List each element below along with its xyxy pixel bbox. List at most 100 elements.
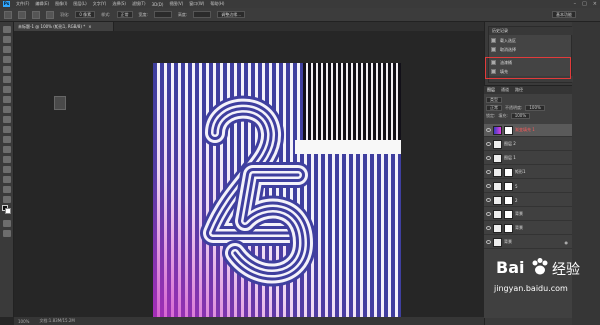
menu-view[interactable]: 视图(V) xyxy=(169,1,183,7)
marquee-tool-icon[interactable] xyxy=(3,36,11,43)
layer-name[interactable]: 5 xyxy=(515,184,518,189)
layer-name[interactable]: 图层 1 xyxy=(504,155,516,161)
history-item[interactable]: 载入选区 xyxy=(491,37,571,44)
layer-row[interactable]: 渐变填充 1 xyxy=(484,124,572,137)
layer-name[interactable]: 背景 xyxy=(515,225,523,231)
layer-row[interactable]: 图层 2 xyxy=(484,138,572,151)
quick-mask-icon[interactable] xyxy=(3,220,11,227)
layer-name[interactable]: 渐变填充 1 xyxy=(515,127,535,133)
add-selection-icon[interactable] xyxy=(32,10,40,19)
number-25-artwork xyxy=(200,95,316,287)
zoom-level[interactable]: 100% xyxy=(18,319,29,324)
canvas-area[interactable] xyxy=(15,31,483,318)
visibility-eye-icon[interactable] xyxy=(486,156,491,160)
path-select-tool-icon[interactable] xyxy=(3,186,11,193)
artboard[interactable] xyxy=(153,63,401,318)
layer-row[interactable]: 背景 xyxy=(484,208,572,221)
gradient-tool-icon[interactable] xyxy=(3,136,11,143)
history-brush-tool-icon[interactable] xyxy=(3,116,11,123)
subtract-selection-icon[interactable] xyxy=(46,10,54,19)
menu-image[interactable]: 图像(I) xyxy=(55,1,67,7)
close-tab-icon[interactable]: × xyxy=(88,24,91,29)
eyedropper-tool-icon[interactable] xyxy=(3,76,11,83)
width-label: 宽度: xyxy=(138,11,148,17)
layer-name[interactable]: 背景 xyxy=(504,239,512,245)
visibility-eye-icon[interactable] xyxy=(486,170,491,174)
healing-tool-icon[interactable] xyxy=(3,86,11,93)
layer-row[interactable]: 2 xyxy=(484,194,572,207)
menu-help[interactable]: 帮助(H) xyxy=(210,1,224,7)
background-color-swatch[interactable] xyxy=(5,208,11,214)
layer-row[interactable]: 图层 1 xyxy=(484,152,572,165)
brush-tool-icon[interactable] xyxy=(3,96,11,103)
visibility-eye-icon[interactable] xyxy=(486,240,491,244)
height-label: 高度: xyxy=(177,11,188,17)
stamp-tool-icon[interactable] xyxy=(3,106,11,113)
eraser-tool-icon[interactable] xyxy=(3,126,11,133)
tab-channels[interactable]: 通道 xyxy=(501,87,509,93)
blur-tool-icon[interactable] xyxy=(3,146,11,153)
history-item-label: 载入选区 xyxy=(500,37,516,43)
move-tool-icon[interactable] xyxy=(3,26,11,33)
layer-row[interactable]: 5 xyxy=(484,180,572,193)
tab-layers[interactable]: 图层 xyxy=(487,87,495,93)
feather-input[interactable]: 0 像素 xyxy=(75,11,96,18)
layer-thumbnail xyxy=(493,195,502,205)
tab-paths[interactable]: 路径 xyxy=(515,87,523,93)
menu-3d[interactable]: 3D(D) xyxy=(152,2,164,7)
style-select[interactable]: 正常 xyxy=(116,11,133,18)
visibility-eye-icon[interactable] xyxy=(486,226,491,230)
visibility-eye-icon[interactable] xyxy=(486,128,491,132)
layer-kind-filter[interactable]: 类型 xyxy=(486,96,502,103)
history-item[interactable]: 取消选择 xyxy=(491,46,571,53)
floating-mini-panel-icon[interactable] xyxy=(54,96,66,110)
workspace-select[interactable]: 基本功能 xyxy=(552,11,576,18)
menu-type[interactable]: 文字(Y) xyxy=(93,1,107,7)
layer-thumbnail xyxy=(493,139,502,149)
layer-name[interactable]: 背景 xyxy=(515,211,523,217)
refine-edge-button[interactable]: 调整边缘... xyxy=(217,11,246,18)
layer-row[interactable]: 矩形1 xyxy=(484,166,572,179)
layer-thumbnail xyxy=(493,209,502,219)
opacity-input[interactable]: 100% xyxy=(525,104,545,111)
quick-select-tool-icon[interactable] xyxy=(3,56,11,63)
screen-mode-icon[interactable] xyxy=(3,230,11,237)
visibility-eye-icon[interactable] xyxy=(486,212,491,216)
document-tab[interactable]: 未标题-1 @ 100% (矩形1, RGB/8) * × xyxy=(14,22,114,31)
fill-label: 填充: xyxy=(498,112,508,118)
menu-file[interactable]: 文件(F) xyxy=(16,1,29,7)
layer-mask-thumbnail xyxy=(504,223,513,233)
minimize-button[interactable]: – xyxy=(574,1,577,7)
layer-thumbnail xyxy=(493,237,502,247)
lasso-tool-icon[interactable] xyxy=(3,46,11,53)
layer-row[interactable]: 背景 xyxy=(484,222,572,235)
close-button[interactable]: × xyxy=(593,1,597,7)
pen-tool-icon[interactable] xyxy=(3,166,11,173)
menu-edit[interactable]: 编辑(E) xyxy=(35,1,49,7)
layer-row[interactable]: 背景 ● xyxy=(484,236,572,249)
shape-tool-icon[interactable] xyxy=(3,196,11,203)
type-tool-icon[interactable] xyxy=(3,176,11,183)
marquee-tool-icon[interactable] xyxy=(4,10,12,19)
visibility-eye-icon[interactable] xyxy=(486,198,491,202)
dodge-tool-icon[interactable] xyxy=(3,156,11,163)
window-controls: – □ × xyxy=(574,1,597,7)
new-selection-icon[interactable] xyxy=(18,10,26,19)
menu-filter[interactable]: 滤镜(T) xyxy=(132,1,146,7)
menu-layer[interactable]: 图层(L) xyxy=(73,1,86,7)
visibility-eye-icon[interactable] xyxy=(486,184,491,188)
crop-tool-icon[interactable] xyxy=(3,66,11,73)
layer-name[interactable]: 矩形1 xyxy=(515,169,526,175)
blend-mode-select[interactable]: 正常 xyxy=(486,104,502,111)
height-input[interactable] xyxy=(193,11,212,18)
width-input[interactable] xyxy=(153,11,172,18)
menu-select[interactable]: 选择(S) xyxy=(112,1,126,7)
visibility-eye-icon[interactable] xyxy=(486,142,491,146)
layer-name[interactable]: 2 xyxy=(515,198,518,203)
menu-window[interactable]: 窗口(W) xyxy=(189,1,204,7)
maximize-button[interactable]: □ xyxy=(582,1,587,7)
layer-name[interactable]: 图层 2 xyxy=(504,141,516,147)
fill-input[interactable]: 100% xyxy=(510,112,531,119)
options-bar: 羽化: 0 像素 样式: 正常 宽度: 高度: 调整边缘... xyxy=(0,8,600,22)
layer-thumbnail xyxy=(493,223,502,233)
